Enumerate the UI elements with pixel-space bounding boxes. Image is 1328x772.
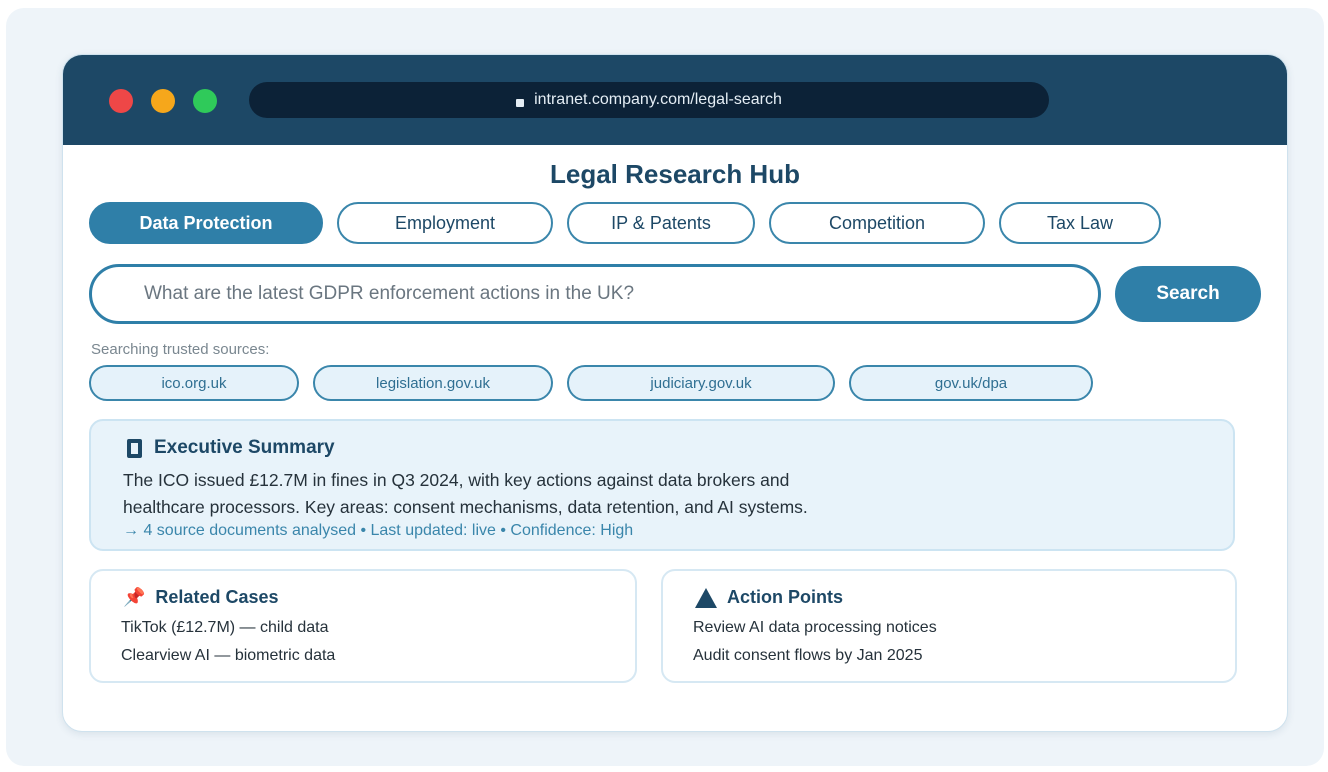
executive-summary-panel: Executive Summary The ICO issued £12.7M … (89, 419, 1235, 551)
summary-line: The ICO issued £12.7M in fines in Q3 202… (123, 470, 790, 490)
executive-summary-title: Executive Summary (154, 437, 335, 458)
source-chip-ico[interactable]: ico.org.uk (89, 365, 299, 401)
action-points-card: Action Points Review AI data processing … (661, 569, 1237, 683)
related-case-item[interactable]: Clearview AI — biometric data (121, 647, 335, 665)
maximize-window-dot[interactable] (193, 89, 217, 113)
related-case-item[interactable]: TikTok (£12.7M) — child data (121, 619, 328, 637)
executive-summary-heading: Executive Summary (127, 437, 335, 459)
warning-icon (695, 587, 717, 608)
related-cases-heading: 📌 Related Cases (123, 587, 279, 608)
summary-meta-link[interactable]: → 4 source documents analysed • Last upd… (123, 522, 633, 540)
action-points-heading: Action Points (695, 587, 843, 608)
page-title: Legal Research Hub (550, 159, 800, 189)
minimize-window-dot[interactable] (151, 89, 175, 113)
action-point-item: Audit consent flows by Jan 2025 (693, 647, 923, 664)
tab-tax-law[interactable]: Tax Law (999, 202, 1161, 244)
pin-icon: 📌 (123, 587, 146, 607)
source-chip-judiciary[interactable]: judiciary.gov.uk (567, 365, 835, 401)
search-input[interactable]: What are the latest GDPR enforcement act… (89, 264, 1101, 324)
tab-ip-patents[interactable]: IP & Patents (567, 202, 755, 244)
close-window-dot[interactable] (109, 89, 133, 113)
source-chip-gov-dpa[interactable]: gov.uk/dpa (849, 365, 1093, 401)
source-chip-legislation[interactable]: legislation.gov.uk (313, 365, 553, 401)
action-points-title: Action Points (727, 587, 843, 607)
lock-icon (516, 99, 525, 107)
tab-data-protection[interactable]: Data Protection (89, 202, 323, 244)
clipboard-icon (127, 438, 142, 458)
related-cases-title: Related Cases (155, 587, 279, 607)
address-url: intranet.company.com/legal-search (534, 91, 782, 108)
search-button[interactable]: Search (1115, 266, 1261, 322)
related-cases-card: 📌 Related Cases TikTok (£12.7M) — child … (89, 569, 637, 683)
action-point-item: Review AI data processing notices (693, 619, 937, 636)
sources-label: Searching trusted sources: (91, 341, 270, 358)
summary-line: healthcare processors. Key areas: consen… (123, 497, 808, 517)
executive-summary-text: The ICO issued £12.7M in fines in Q3 202… (123, 467, 1203, 521)
search-query-text: What are the latest GDPR enforcement act… (144, 283, 635, 304)
tab-employment[interactable]: Employment (337, 202, 553, 244)
address-bar[interactable]: intranet.company.com/legal-search (249, 82, 1049, 118)
tab-competition[interactable]: Competition (769, 202, 985, 244)
browser-window: intranet.company.com/legal-search Legal … (62, 54, 1288, 732)
browser-titlebar: intranet.company.com/legal-search (63, 55, 1287, 145)
